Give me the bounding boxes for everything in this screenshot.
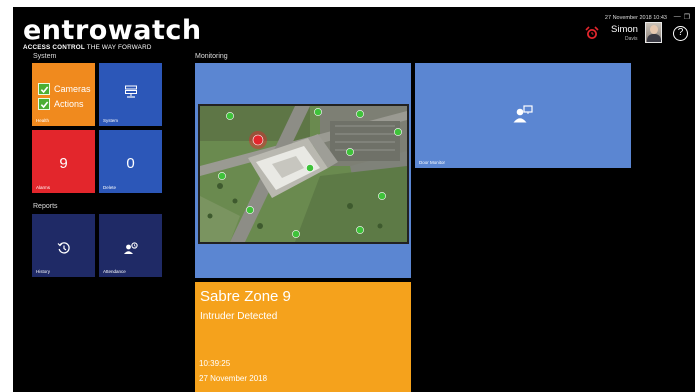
checkbox-checked-icon (38, 98, 50, 110)
door-monitor-icon (513, 105, 533, 123)
tile-alarms[interactable]: 9 Alarms (32, 130, 95, 193)
section-label-monitoring: Monitoring (195, 53, 228, 60)
health-check-label: Cameras (54, 84, 91, 94)
tile-attendance[interactable]: Attendance (99, 214, 162, 277)
logo-text: entrowatch (23, 15, 202, 46)
window-controls: — ❐ (674, 13, 690, 21)
section-label-reports: Reports (33, 203, 58, 210)
health-check-label: Actions (54, 99, 84, 109)
camera-marker-ok-icon[interactable] (378, 192, 386, 200)
door-monitor-tile[interactable]: Door Monitor (415, 63, 631, 168)
avatar-body (647, 34, 661, 42)
tile-caption: History (36, 269, 51, 274)
avatar-head (650, 25, 658, 34)
tile-system[interactable]: System (99, 63, 162, 126)
tile-caption: Alarms (36, 185, 51, 190)
tile-caption: Health (36, 118, 50, 123)
health-check-actions: Actions (38, 98, 84, 110)
tile-health[interactable]: Cameras Actions Health (32, 63, 95, 126)
site-map-view[interactable] (198, 104, 409, 244)
camera-marker-ok-icon[interactable] (226, 112, 234, 120)
event-date: 27 November 2018 (199, 374, 268, 383)
logo-tagline: ACCESS CONTROL THE WAY FORWARD (23, 44, 152, 51)
tile-caption: Door Monitor (419, 160, 446, 165)
tile-caption: Attendance (103, 269, 126, 274)
section-label-system: System (33, 53, 57, 60)
help-icon[interactable]: ? (673, 26, 688, 41)
camera-marker-ok-icon[interactable] (356, 226, 364, 234)
camera-marker-ok-icon[interactable] (314, 108, 322, 116)
event-status: Intruder Detected (200, 311, 278, 322)
health-check-cameras: Cameras (38, 83, 91, 95)
alarm-clock-icon[interactable] (585, 26, 599, 40)
topbar-datetime: 27 November 2018 10:43 (604, 15, 667, 21)
server-icon (124, 85, 137, 98)
tile-delete[interactable]: 0 Delete (99, 130, 162, 193)
user-name[interactable]: Simon (611, 24, 638, 35)
history-icon (57, 242, 70, 254)
entrowatch-logo: entrowatch ACCESS CONTROL THE WAY FORWAR… (23, 15, 202, 52)
camera-marker-ok-icon[interactable] (356, 110, 364, 118)
attendance-icon (123, 242, 138, 254)
map-monitor-tile[interactable] (195, 63, 411, 278)
intruder-alert-tile[interactable]: Sabre Zone 9 Intruder Detected 10:39:25 … (195, 282, 411, 392)
tile-caption: System (103, 118, 119, 123)
camera-marker-ok-icon[interactable] (394, 128, 402, 136)
checkbox-checked-icon (38, 83, 50, 95)
camera-marker-ok-icon[interactable] (292, 230, 300, 238)
camera-marker-ok-icon[interactable] (246, 206, 254, 214)
event-time: 10:39:25 (199, 359, 231, 368)
delete-count: 0 (126, 155, 135, 172)
camera-marker-ok-icon[interactable] (218, 172, 226, 180)
avatar[interactable] (645, 22, 662, 43)
tile-caption: Delete (103, 185, 117, 190)
camera-marker-ok-icon[interactable] (346, 148, 354, 156)
alarm-count: 9 (59, 155, 68, 172)
event-zone-name: Sabre Zone 9 (200, 288, 291, 305)
aerial-site-map (200, 106, 407, 242)
tile-history[interactable]: History (32, 214, 95, 277)
user-subtitle: Davis (625, 36, 638, 42)
minimize-button[interactable]: — (674, 13, 681, 21)
camera-marker-ok-icon[interactable] (306, 164, 314, 172)
restore-button[interactable]: ❐ (684, 13, 690, 21)
app-window: entrowatch ACCESS CONTROL THE WAY FORWAR… (13, 7, 695, 392)
alarm-marker-icon[interactable] (252, 134, 264, 146)
